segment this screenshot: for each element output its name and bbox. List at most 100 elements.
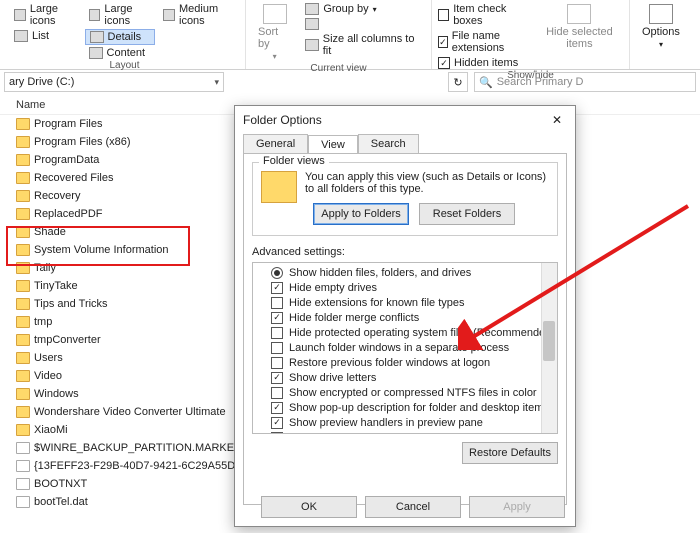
- apply-button[interactable]: Apply: [469, 496, 565, 518]
- checkbox-icon: [271, 372, 283, 384]
- hidden-items-toggle[interactable]: Hidden items: [438, 56, 532, 70]
- layout-large-icons[interactable]: Large icons: [85, 2, 156, 28]
- list-item-label: ProgramData: [34, 154, 99, 166]
- layout-medium-icons[interactable]: Medium icons: [159, 2, 239, 28]
- list-item-label: Tips and Tricks: [34, 298, 108, 310]
- add-columns-button[interactable]: [301, 17, 425, 31]
- tab-search[interactable]: Search: [358, 134, 419, 153]
- checkbox-icon: [271, 282, 283, 294]
- ribbon-group-currentview: Current view: [252, 63, 425, 76]
- size-all-columns-button[interactable]: Size all columns to fit: [301, 32, 425, 58]
- list-item-label: Recovery: [34, 190, 80, 202]
- tab-general[interactable]: General: [243, 134, 308, 153]
- reset-folders-button[interactable]: Reset Folders: [419, 203, 515, 225]
- list-item-label: Recovered Files: [34, 172, 113, 184]
- advanced-setting-item[interactable]: Show hidden files, folders, and drives: [271, 265, 557, 280]
- list-item-label: XiaoMi: [34, 424, 68, 436]
- advanced-setting-item[interactable]: Hide protected operating system files (R…: [271, 325, 557, 340]
- folder-icon: [16, 352, 30, 364]
- search-field[interactable]: 🔍 Search Primary D: [474, 72, 696, 92]
- list-item-label: ReplacedPDF: [34, 208, 102, 220]
- list-item-label: {13FEFF23-F29B-40D7-9421-6C29A55DBE…: [34, 460, 261, 472]
- advanced-setting-item[interactable]: Show status bar: [271, 430, 557, 434]
- scrollbar[interactable]: [541, 263, 557, 433]
- list-item-label: tmp: [34, 316, 52, 328]
- advanced-setting-item[interactable]: Restore previous folder windows at logon: [271, 355, 557, 370]
- checkbox-icon: [271, 387, 283, 399]
- checkbox-icon: [271, 297, 283, 309]
- list-item-label: bootTel.dat: [34, 496, 88, 508]
- checkbox-icon: [271, 357, 283, 369]
- tab-view[interactable]: View: [308, 135, 358, 154]
- folder-views-group: Folder views You can apply this view (su…: [252, 162, 558, 236]
- file-icon: [16, 442, 30, 454]
- folder-icon: [16, 280, 30, 292]
- checkbox-icon: [271, 432, 283, 435]
- advanced-settings-label: Advanced settings:: [252, 246, 558, 258]
- options-button[interactable]: Options▾: [636, 2, 686, 51]
- advanced-setting-item[interactable]: Hide folder merge conflicts: [271, 310, 557, 325]
- list-item-label: System Volume Information: [34, 244, 169, 256]
- folder-icon: [16, 334, 30, 346]
- folder-icon: [16, 316, 30, 328]
- layout-list[interactable]: List: [10, 29, 81, 43]
- folder-icon: [16, 406, 30, 418]
- layout-details[interactable]: Details: [85, 29, 156, 45]
- radio-icon: [271, 267, 283, 279]
- list-item-label: tmpConverter: [34, 334, 101, 346]
- advanced-setting-item[interactable]: Show preview handlers in preview pane: [271, 415, 557, 430]
- folder-icon: [16, 244, 30, 256]
- ok-button[interactable]: OK: [261, 496, 357, 518]
- hide-selected-button[interactable]: Hide selected items: [536, 2, 623, 52]
- list-item-label: Program Files: [34, 118, 102, 130]
- checkbox-icon: [271, 417, 283, 429]
- refresh-button[interactable]: ↻: [448, 72, 468, 92]
- list-item-label: Shade: [34, 226, 66, 238]
- cancel-button[interactable]: Cancel: [365, 496, 461, 518]
- group-by-button[interactable]: Group by ▾: [301, 2, 425, 16]
- folder-icon: [16, 154, 30, 166]
- folder-icon: [16, 388, 30, 400]
- folder-icon: [16, 424, 30, 436]
- restore-defaults-button[interactable]: Restore Defaults: [462, 442, 558, 464]
- folder-icon: [16, 370, 30, 382]
- advanced-settings-list[interactable]: Show hidden files, folders, and drivesHi…: [252, 262, 558, 434]
- list-item-label: Users: [34, 352, 63, 364]
- checkbox-icon: [271, 312, 283, 324]
- list-item-label: Windows: [34, 388, 79, 400]
- list-item-label: TinyTake: [34, 280, 78, 292]
- advanced-setting-item[interactable]: Hide empty drives: [271, 280, 557, 295]
- item-checkboxes-toggle[interactable]: Item check boxes: [438, 2, 532, 28]
- advanced-setting-item[interactable]: Show encrypted or compressed NTFS files …: [271, 385, 557, 400]
- folder-icon: [16, 298, 30, 310]
- apply-to-folders-button[interactable]: Apply to Folders: [313, 203, 409, 225]
- close-icon[interactable]: ✕: [547, 110, 567, 130]
- checkbox-icon: [271, 342, 283, 354]
- advanced-setting-item[interactable]: Hide extensions for known file types: [271, 295, 557, 310]
- folder-options-dialog: Folder Options ✕ General View Search Fol…: [234, 105, 576, 527]
- list-item-label: Video: [34, 370, 62, 382]
- list-item-label: $WINRE_BACKUP_PARTITION.MARKER: [34, 442, 242, 454]
- ribbon: Large icons List Large icons Details Con…: [0, 0, 700, 70]
- layout-large-icons-alt[interactable]: Large icons: [10, 2, 81, 28]
- checkbox-icon: [271, 402, 283, 414]
- folder-icon: [16, 118, 30, 130]
- filename-ext-toggle[interactable]: File name extensions: [438, 29, 532, 55]
- folder-icon: [16, 136, 30, 148]
- layout-content[interactable]: Content: [85, 46, 156, 60]
- file-icon: [16, 478, 30, 490]
- checkbox-icon: [271, 327, 283, 339]
- advanced-setting-item[interactable]: Show drive letters: [271, 370, 557, 385]
- advanced-setting-item[interactable]: Show pop-up description for folder and d…: [271, 400, 557, 415]
- folder-icon: [16, 190, 30, 202]
- list-item-label: Wondershare Video Converter Ultimate: [34, 406, 226, 418]
- advanced-setting-item[interactable]: Launch folder windows in a separate proc…: [271, 340, 557, 355]
- sort-by-button[interactable]: Sort by▾: [252, 2, 297, 63]
- folder-icon: [16, 262, 30, 274]
- dialog-title: Folder Options: [243, 113, 322, 127]
- folder-icon: [16, 208, 30, 220]
- address-field[interactable]: ary Drive (C:) ▾: [4, 72, 224, 92]
- list-item-label: Tally: [34, 262, 56, 274]
- folder-icon: [16, 226, 30, 238]
- search-icon: 🔍: [479, 76, 493, 89]
